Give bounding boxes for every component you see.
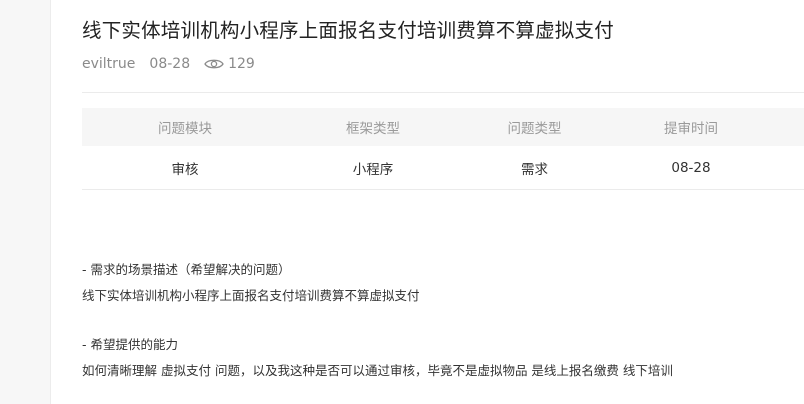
post-meta: eviltrue 08-28 129 xyxy=(82,54,255,74)
post-detail-page: 线下实体培训机构小程序上面报名支付培训费算不算虚拟支付 eviltrue 08-… xyxy=(0,0,804,404)
table-header-cell: 问题模块 xyxy=(82,108,288,146)
post-title: 线下实体培训机构小程序上面报名支付培训费算不算虚拟支付 xyxy=(82,19,614,42)
ability-text: 如何清晰理解 虚拟支付 问题，以及我这种是否可以通过审核，毕竟不是虚拟物品 是线… xyxy=(82,363,673,378)
ability-heading: - 希望提供的能力 xyxy=(82,337,178,352)
table-cell: 审核 xyxy=(82,146,288,190)
table-cell: 需求 xyxy=(458,146,611,190)
eye-icon xyxy=(204,57,224,71)
post-date: 08-28 xyxy=(149,56,191,72)
title-divider xyxy=(82,92,804,93)
table-header-cell: 问题类型 xyxy=(458,108,611,146)
table-header-cell: 框架类型 xyxy=(288,108,458,146)
scene-heading: - 需求的场景描述（希望解决的问题） xyxy=(82,262,291,277)
scene-text: 线下实体培训机构小程序上面报名支付培训费算不算虚拟支付 xyxy=(82,288,420,303)
table-header-cell: 提审时间 xyxy=(611,108,771,146)
table-row: 审核 小程序 需求 08-28 xyxy=(82,146,804,190)
left-sidebar-strip xyxy=(0,0,51,404)
view-count-value: 129 xyxy=(228,56,255,72)
view-count: 129 xyxy=(204,56,255,72)
author-name[interactable]: eviltrue xyxy=(82,56,135,72)
table-cell xyxy=(771,146,804,190)
table-cell: 小程序 xyxy=(288,146,458,190)
question-info-table: 问题模块 框架类型 问题类型 提审时间 审核 小程序 需求 08-28 xyxy=(82,108,804,190)
table-cell: 08-28 xyxy=(611,146,771,190)
table-header-cell xyxy=(771,108,804,146)
table-header-row: 问题模块 框架类型 问题类型 提审时间 xyxy=(82,108,804,146)
